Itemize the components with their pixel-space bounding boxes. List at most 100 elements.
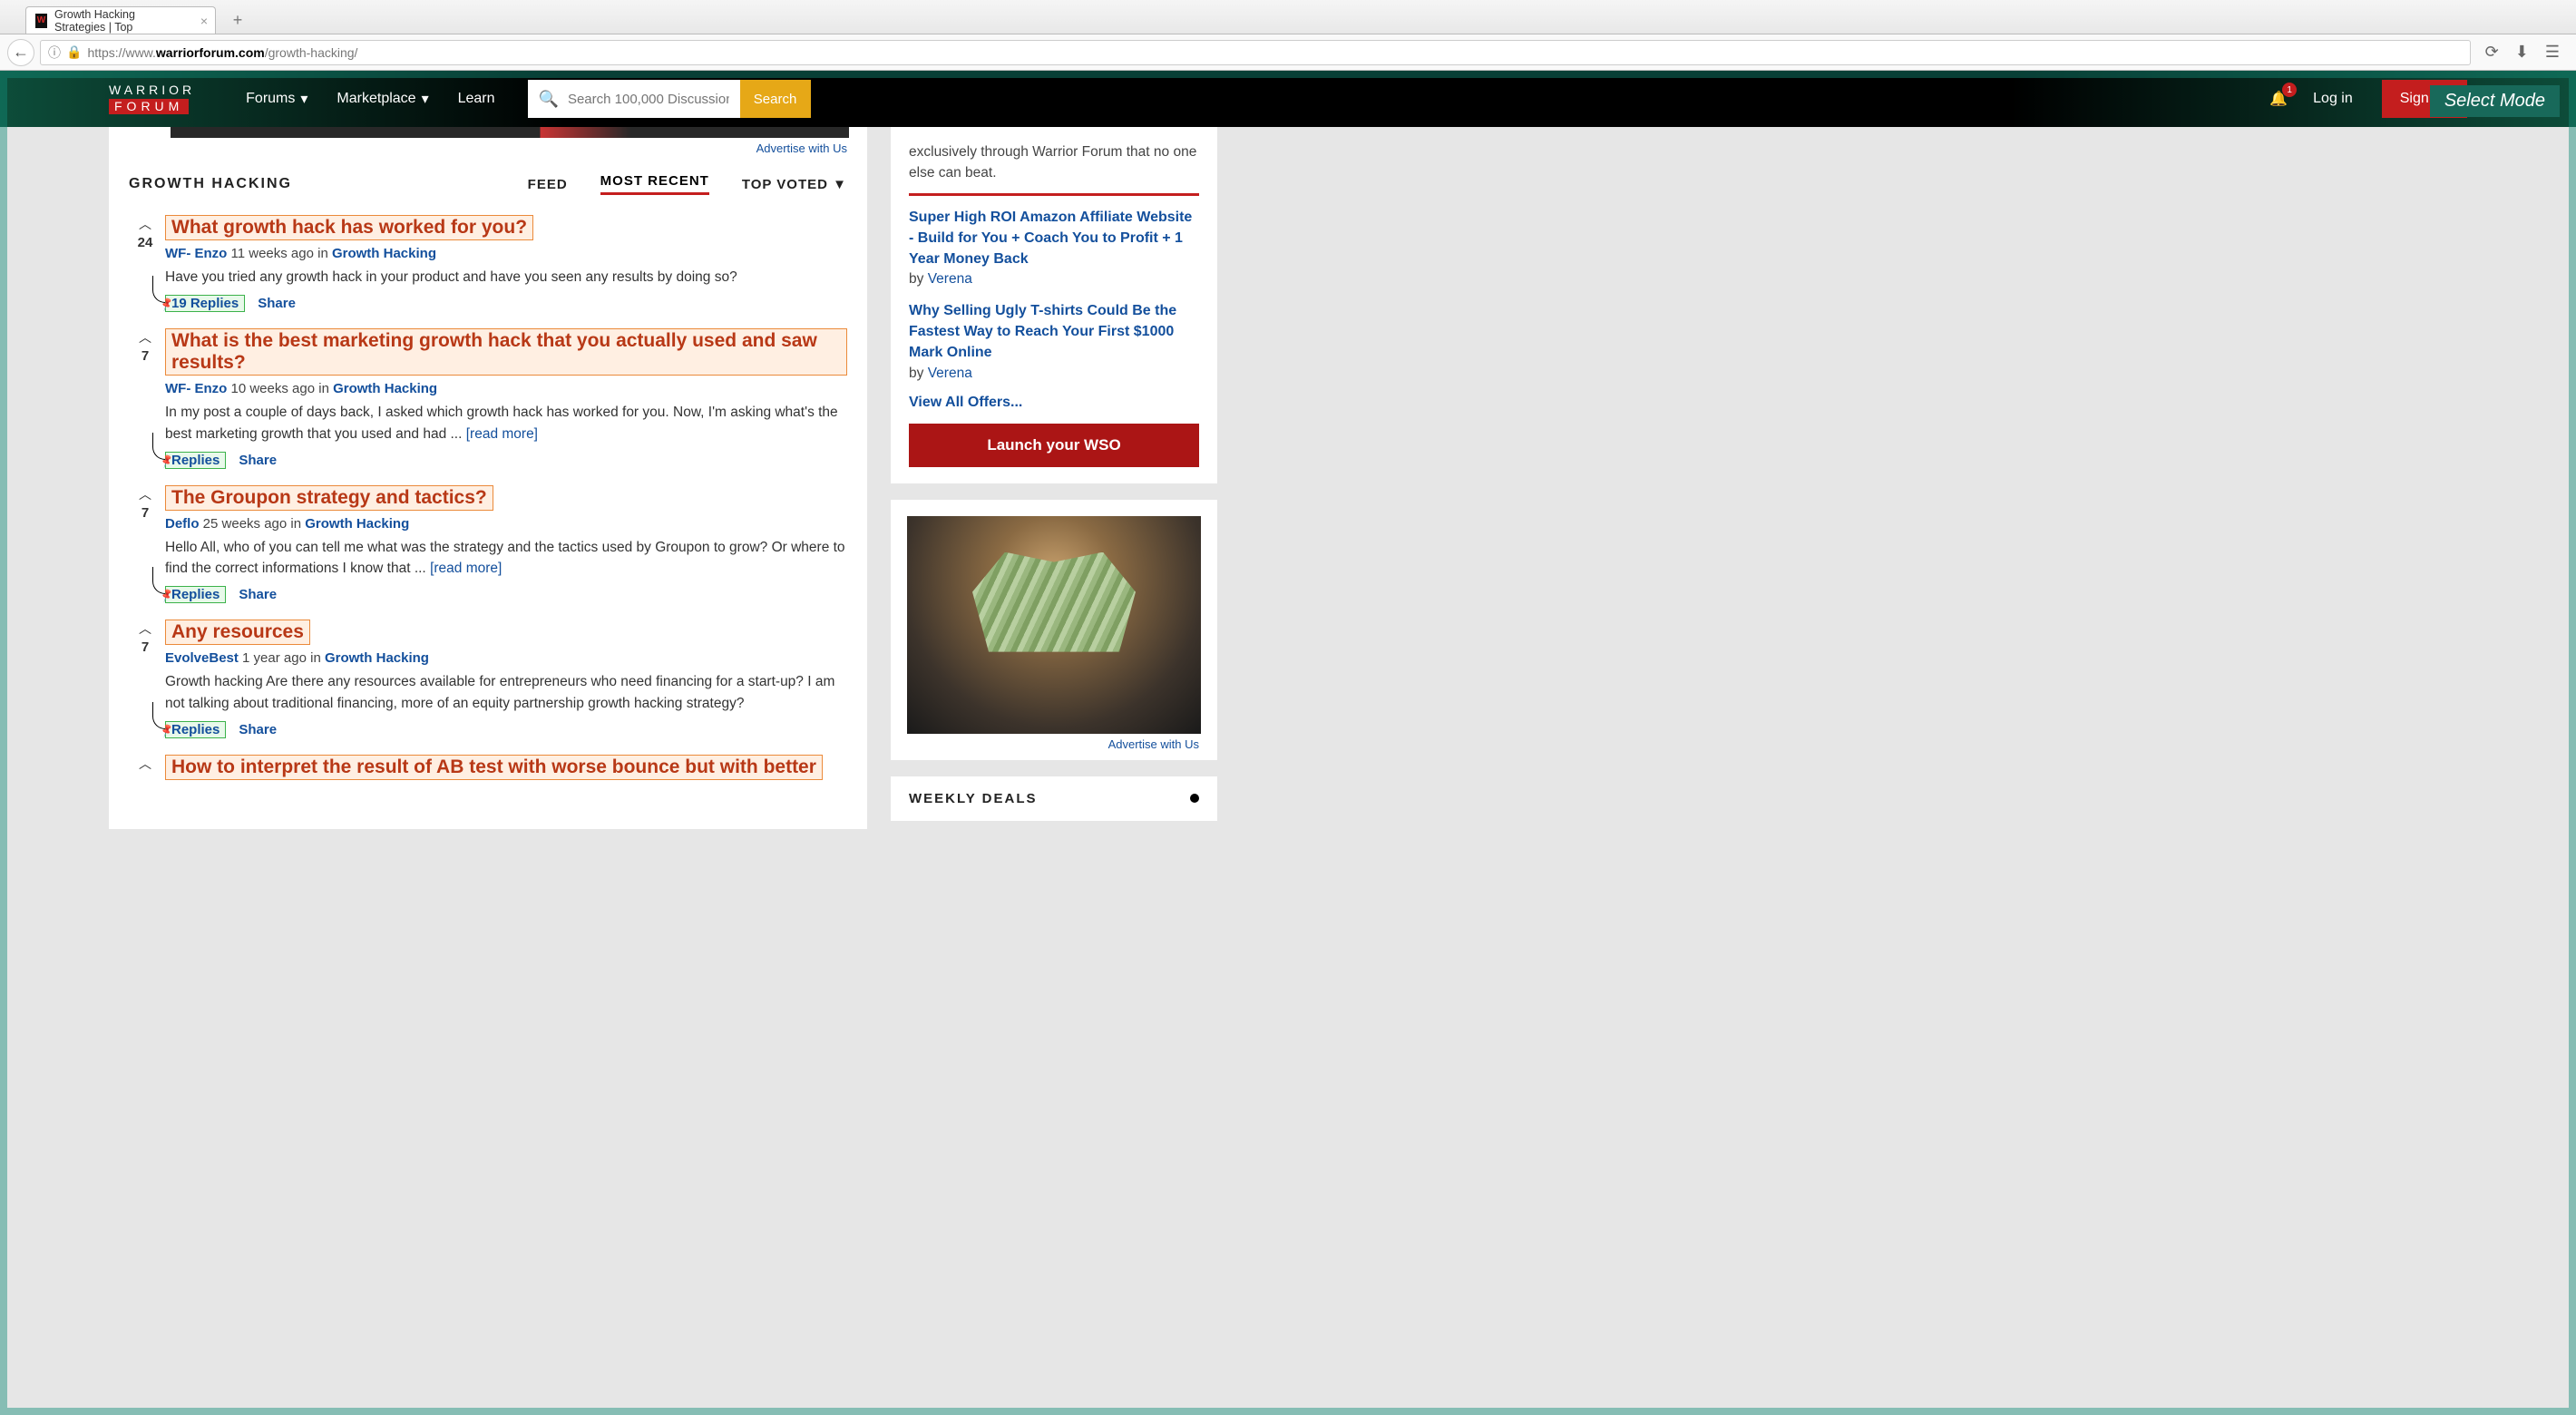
site-identity[interactable]: ⓘ 🔒 bbox=[48, 44, 82, 62]
menu-icon[interactable]: ☰ bbox=[2545, 43, 2560, 62]
weekly-deals-header[interactable]: WEEKLY DEALS bbox=[891, 776, 1217, 821]
advertise-link[interactable]: Advertise with Us bbox=[891, 737, 1199, 751]
thread-author[interactable]: Deflo bbox=[165, 516, 200, 532]
thread-author[interactable]: WF- Enzo bbox=[165, 381, 227, 396]
vote-count: 7 bbox=[129, 348, 161, 364]
thread-title[interactable]: Any resources bbox=[165, 620, 310, 645]
nav-forums[interactable]: Forums▾ bbox=[246, 90, 307, 108]
share-button[interactable]: Share bbox=[239, 453, 277, 468]
vote-count: 24 bbox=[129, 235, 161, 250]
dot-icon bbox=[1190, 794, 1199, 803]
offer-author[interactable]: Verena bbox=[928, 271, 972, 287]
close-icon[interactable]: × bbox=[200, 14, 208, 28]
back-button[interactable]: ← bbox=[7, 39, 34, 66]
notification-badge: 1 bbox=[2282, 83, 2297, 97]
offer-link[interactable]: Why Selling Ugly T-shirts Could Be the F… bbox=[909, 300, 1199, 364]
sidebar: exclusively through Warrior Forum that n… bbox=[891, 127, 1217, 821]
info-icon: ⓘ bbox=[48, 44, 61, 62]
upvote-icon[interactable]: ︿ bbox=[129, 215, 161, 233]
login-link[interactable]: Log in bbox=[2313, 91, 2353, 107]
search-input[interactable] bbox=[568, 92, 729, 107]
money-fan-graphic bbox=[972, 552, 1136, 652]
vote-count: 7 bbox=[129, 505, 161, 521]
thread-item: ︿ 24 What growth hack has worked for you… bbox=[109, 206, 867, 319]
offer-link[interactable]: Super High ROI Amazon Affiliate Website … bbox=[909, 207, 1199, 270]
thread-item: ︿ 7 What is the best marketing growth ha… bbox=[109, 319, 867, 476]
thread-meta: WF- Enzo 10 weeks ago in Growth Hacking bbox=[165, 381, 847, 396]
replies-button[interactable]: 📌Replies bbox=[165, 586, 226, 603]
share-button[interactable]: Share bbox=[239, 587, 277, 602]
thread-meta: EvolveBest 1 year ago in Growth Hacking bbox=[165, 650, 847, 666]
advertise-link[interactable]: Advertise with Us bbox=[109, 142, 847, 155]
browser-tab[interactable]: W Growth Hacking Strategies | Top × bbox=[25, 6, 216, 34]
promo-image[interactable]: I've Made Over $3M As An Affiliate This … bbox=[907, 516, 1201, 734]
thread-author[interactable]: WF- Enzo bbox=[165, 246, 227, 261]
upvote-icon[interactable]: ︿ bbox=[129, 328, 161, 346]
share-button[interactable]: Share bbox=[239, 722, 277, 737]
replies-button[interactable]: 📌19 Replies bbox=[165, 295, 245, 312]
thread-item: ︿ How to interpret the result of AB test… bbox=[109, 746, 867, 793]
vote-count: 7 bbox=[129, 639, 161, 655]
thread-meta: Deflo 25 weeks ago in Growth Hacking bbox=[165, 516, 847, 532]
launch-wso-button[interactable]: Launch your WSO bbox=[909, 424, 1199, 467]
thread-title[interactable]: What is the best marketing growth hack t… bbox=[165, 328, 847, 376]
wso-intro-tail: exclusively through Warrior Forum that n… bbox=[909, 142, 1199, 196]
thread-actions: 📌19 Replies Share bbox=[165, 295, 847, 312]
sort-recent[interactable]: MOST RECENT bbox=[600, 173, 709, 195]
thread-category[interactable]: Growth Hacking bbox=[305, 516, 409, 532]
category-title: GROWTH HACKING bbox=[129, 176, 292, 192]
thread-actions: 📌Replies Share bbox=[165, 721, 847, 738]
thread-excerpt: Growth hacking Are there any resources a… bbox=[165, 671, 847, 714]
upvote-icon[interactable]: ︿ bbox=[129, 485, 161, 503]
site-logo[interactable]: WARRIOR FORUM bbox=[109, 83, 195, 115]
replies-button[interactable]: 📌Replies bbox=[165, 721, 226, 738]
downloads-icon[interactable]: ⬇ bbox=[2515, 43, 2529, 62]
thread-item: ︿ 7 Any resources EvolveBest 1 year ago … bbox=[109, 610, 867, 746]
favicon: W bbox=[35, 14, 47, 28]
thread-age: 25 weeks ago bbox=[203, 516, 291, 532]
upvote-icon[interactable]: ︿ bbox=[129, 755, 161, 773]
thread-actions: 📌Replies Share bbox=[165, 452, 847, 469]
browser-tab-strip: W Growth Hacking Strategies | Top × + bbox=[0, 0, 2576, 34]
notifications-button[interactable]: 🔔 1 bbox=[2269, 90, 2288, 108]
read-more[interactable]: [read more] bbox=[430, 561, 502, 576]
thread-category[interactable]: Growth Hacking bbox=[333, 381, 437, 396]
thread-title[interactable]: How to interpret the result of AB test w… bbox=[165, 755, 823, 780]
address-bar[interactable]: ⓘ 🔒 https://www.warriorforum.com/growth-… bbox=[40, 40, 2471, 65]
thread-category[interactable]: Growth Hacking bbox=[332, 246, 436, 261]
thread-author[interactable]: EvolveBest bbox=[165, 650, 239, 666]
search-button[interactable]: Search bbox=[740, 80, 811, 118]
vote-box: ︿ bbox=[129, 755, 161, 786]
nav-learn[interactable]: Learn bbox=[458, 91, 495, 107]
ad-banner[interactable] bbox=[171, 127, 849, 138]
offer-author[interactable]: Verena bbox=[928, 366, 972, 381]
view-all-offers[interactable]: View All Offers... bbox=[909, 395, 1022, 410]
nav-marketplace[interactable]: Marketplace▾ bbox=[337, 90, 428, 108]
wso-card: exclusively through Warrior Forum that n… bbox=[891, 127, 1217, 483]
sort-top[interactable]: TOP VOTED ▼ bbox=[742, 177, 847, 192]
thread-age: 1 year ago bbox=[242, 650, 310, 666]
thread-excerpt: Have you tried any growth hack in your p… bbox=[165, 267, 847, 288]
reload-icon[interactable]: ⟳ bbox=[2485, 43, 2499, 62]
chevron-down-icon: ▾ bbox=[422, 90, 429, 108]
read-more[interactable]: [read more] bbox=[466, 426, 538, 442]
url-text: https://www.warriorforum.com/growth-hack… bbox=[87, 45, 357, 60]
thread-excerpt: Hello All, who of you can tell me what w… bbox=[165, 537, 847, 580]
share-button[interactable]: Share bbox=[258, 296, 296, 311]
site-search: 🔍 Search bbox=[528, 80, 811, 118]
sort-feed[interactable]: FEED bbox=[528, 177, 568, 192]
promo-card: I've Made Over $3M As An Affiliate This … bbox=[891, 500, 1217, 760]
new-tab-button[interactable]: + bbox=[225, 10, 250, 30]
replies-button[interactable]: 📌Replies bbox=[165, 452, 226, 469]
upvote-icon[interactable]: ︿ bbox=[129, 620, 161, 638]
thread-category[interactable]: Growth Hacking bbox=[325, 650, 429, 666]
thread-age: 11 weeks ago bbox=[231, 246, 318, 261]
lock-icon: 🔒 bbox=[66, 44, 82, 60]
search-icon: 🔍 bbox=[539, 90, 559, 109]
primary-nav: Forums▾ Marketplace▾ Learn bbox=[246, 90, 494, 108]
browser-toolbar: ← ⓘ 🔒 https://www.warriorforum.com/growt… bbox=[0, 34, 2576, 71]
thread-title[interactable]: What growth hack has worked for you? bbox=[165, 215, 533, 240]
offer-byline: by Verena bbox=[909, 271, 1199, 288]
thread-title[interactable]: The Groupon strategy and tactics? bbox=[165, 485, 493, 511]
offer-byline: by Verena bbox=[909, 366, 1199, 382]
